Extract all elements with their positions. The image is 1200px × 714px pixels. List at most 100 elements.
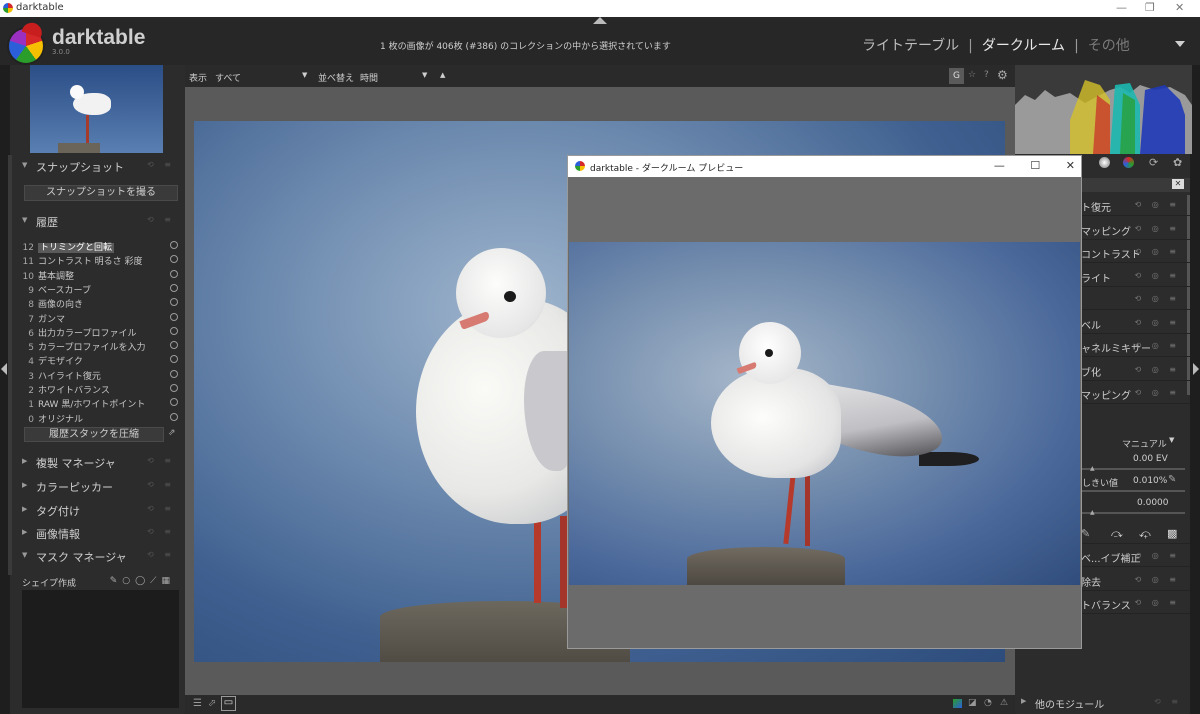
- correct-group-icon[interactable]: ⟳: [1149, 156, 1158, 169]
- module-icons[interactable]: ⟲ ◎ ≡: [1135, 341, 1180, 350]
- left-scrollbar[interactable]: [8, 155, 12, 575]
- exposure-value[interactable]: 0.00 EV: [1133, 454, 1168, 464]
- softproof-icon[interactable]: [953, 699, 962, 708]
- chevron-down-icon[interactable]: [1175, 41, 1185, 47]
- history-step-number: 6: [28, 328, 34, 339]
- history-item[interactable]: 9 ベースカーブ: [22, 283, 182, 297]
- drawn-mask-icon[interactable]: ✎: [1081, 527, 1090, 540]
- basic-group-icon[interactable]: [1099, 157, 1110, 168]
- history-step-label: ガンマ: [38, 314, 66, 325]
- offset-value[interactable]: 0.0000: [1137, 498, 1169, 508]
- mode-select[interactable]: マニュアル: [1122, 437, 1167, 450]
- more-modules-section[interactable]: ▶ 他のモジュール ⟲ ≡: [1015, 694, 1190, 712]
- effect-group-icon[interactable]: ✿: [1173, 156, 1182, 169]
- view-other[interactable]: その他: [1088, 38, 1130, 54]
- sort-select[interactable]: 時間: [360, 71, 378, 84]
- mask-manager-section[interactable]: ▼ マスク マネージャ ⟲ ≡: [18, 546, 183, 566]
- separator: |: [968, 38, 973, 54]
- module-icons[interactable]: ⟲ ◎ ≡: [1135, 294, 1180, 303]
- collapse-top-icon[interactable]: [593, 17, 607, 24]
- view-lighttable[interactable]: ライトテーブル: [862, 38, 959, 54]
- grouping-button[interactable]: G: [949, 68, 964, 84]
- slider-marker-icon: ▲: [1090, 509, 1095, 516]
- second-window-icon[interactable]: ▭: [221, 696, 236, 711]
- shape-tools-icons[interactable]: ✎○◯⟋▦: [110, 576, 175, 586]
- brand-name: darktable: [52, 26, 146, 49]
- close-icon[interactable]: ✕: [1175, 1, 1184, 14]
- display-select[interactable]: すべて: [215, 71, 241, 84]
- snapshots-section[interactable]: ▼ スナップショット ⟲ ≡: [18, 156, 183, 176]
- module-icons[interactable]: ⟲ ◎ ≡: [1135, 224, 1180, 233]
- minimize-icon[interactable]: —: [994, 159, 1005, 172]
- module-icons[interactable]: ⟲ ◎ ≡: [1135, 318, 1180, 327]
- tagging-section[interactable]: ▶ タグ付け ⟲ ≡: [18, 500, 183, 520]
- module-icons[interactable]: ⟲ ◎ ≡: [1135, 247, 1180, 256]
- duplicate-manager-section[interactable]: ▶ 複製 マネージャ ⟲ ≡: [18, 452, 183, 472]
- mask-list[interactable]: [22, 590, 179, 708]
- history-section[interactable]: ▼ 履歴 ⟲ ≡: [18, 211, 183, 231]
- picker-icon[interactable]: ✎: [1168, 474, 1176, 485]
- raster-mask-icon[interactable]: ▩: [1167, 527, 1177, 540]
- chevron-down-icon[interactable]: ▼: [302, 71, 307, 79]
- history-item[interactable]: 5 カラープロファイルを入力: [22, 340, 182, 354]
- restore-icon[interactable]: ❐: [1145, 1, 1155, 14]
- module-icons[interactable]: ⟲ ◎ ≡: [1135, 200, 1180, 209]
- history-item[interactable]: 11 コントラスト 明るさ 彩度: [22, 254, 182, 268]
- preview-window[interactable]: darktable - ダークルーム プレビュー — ☐ ✕: [567, 155, 1082, 649]
- histogram[interactable]: [1015, 65, 1192, 154]
- collapse-left-icon[interactable]: [1, 363, 7, 375]
- minimize-icon[interactable]: —: [1116, 1, 1127, 14]
- history-item[interactable]: 4 デモザイク: [22, 354, 182, 368]
- module-icons: ⟲ ≡: [147, 504, 175, 513]
- maximize-icon[interactable]: ☐: [1030, 159, 1040, 172]
- thumb-gull-legs: [86, 115, 89, 143]
- image-info-section[interactable]: ▶ 画像情報 ⟲ ≡: [18, 523, 183, 543]
- color-group-icon[interactable]: [1123, 157, 1134, 168]
- preview-image[interactable]: [569, 242, 1080, 585]
- chevron-down-icon[interactable]: ▼: [422, 71, 427, 79]
- star-icon[interactable]: ☆: [968, 70, 976, 80]
- compress-history-button[interactable]: 履歴スタックを圧縮: [24, 427, 164, 442]
- history-item[interactable]: 10 基本調整: [22, 269, 182, 283]
- history-item[interactable]: 7 ガンマ: [22, 312, 182, 326]
- module-icons[interactable]: ⟲ ◎ ≡: [1135, 365, 1180, 374]
- sort-order-icon[interactable]: ▲: [440, 71, 445, 79]
- help-icon[interactable]: ?: [984, 70, 989, 80]
- history-step-label: RAW 黒/ホワイトポイント: [38, 400, 146, 411]
- history-item[interactable]: 8 画像の向き: [22, 297, 182, 311]
- history-item[interactable]: 0 オリジナル: [22, 412, 182, 426]
- module-icons[interactable]: ⟲ ◎ ≡: [1135, 271, 1180, 280]
- presets-icon[interactable]: ☰: [193, 698, 202, 709]
- drawn-param-mask-icon[interactable]: ⤽: [1139, 527, 1151, 541]
- take-snapshot-button[interactable]: スナップショットを撮る: [24, 185, 178, 201]
- navigation-thumbnail[interactable]: [30, 65, 163, 153]
- rawoverexposed-icon[interactable]: ⚠: [1000, 698, 1008, 708]
- module-icons[interactable]: ⟲ ◎ ≡: [1135, 575, 1180, 584]
- history-step-number: 11: [22, 257, 34, 268]
- module-icons[interactable]: ⟲ ◎ ≡: [1135, 388, 1180, 397]
- collapse-right-icon[interactable]: [1193, 363, 1199, 375]
- history-item[interactable]: 1 RAW 黒/ホワイトポイント: [22, 397, 182, 411]
- export-icon[interactable]: ⇗: [168, 428, 178, 440]
- overexposed-icon[interactable]: ◔: [984, 698, 992, 708]
- expand-icon: ▶: [1021, 697, 1027, 705]
- display-label: 表示: [189, 74, 208, 84]
- styles-icon[interactable]: ⬀: [208, 698, 216, 709]
- gamut-icon[interactable]: ◪: [968, 698, 977, 708]
- history-step-number: 0: [28, 414, 34, 425]
- module-icons[interactable]: ⟲ ◎ ≡: [1135, 551, 1180, 560]
- module-icons[interactable]: ⟲ ◎ ≡: [1135, 598, 1180, 607]
- clear-search-icon[interactable]: ✕: [1172, 179, 1184, 189]
- gear-icon[interactable]: ⚙: [997, 68, 1008, 82]
- view-darkroom[interactable]: ダークルーム: [982, 38, 1065, 54]
- history-item[interactable]: 6 出力カラープロファイル: [22, 326, 182, 340]
- threshold-value[interactable]: 0.010%: [1133, 476, 1167, 486]
- chevron-down-icon[interactable]: ▼: [1169, 436, 1174, 444]
- history-item[interactable]: 2 ホワイトバランス: [22, 383, 182, 397]
- preview-titlebar[interactable]: darktable - ダークルーム プレビュー — ☐ ✕: [568, 156, 1081, 177]
- parametric-mask-icon[interactable]: ⤼: [1111, 527, 1123, 541]
- history-item[interactable]: 12 トリミングと回転: [22, 240, 182, 254]
- history-item[interactable]: 3 ハイライト復元: [22, 369, 182, 383]
- color-picker-section[interactable]: ▶ カラーピッカー ⟲ ≡: [18, 476, 183, 496]
- close-icon[interactable]: ✕: [1066, 159, 1075, 172]
